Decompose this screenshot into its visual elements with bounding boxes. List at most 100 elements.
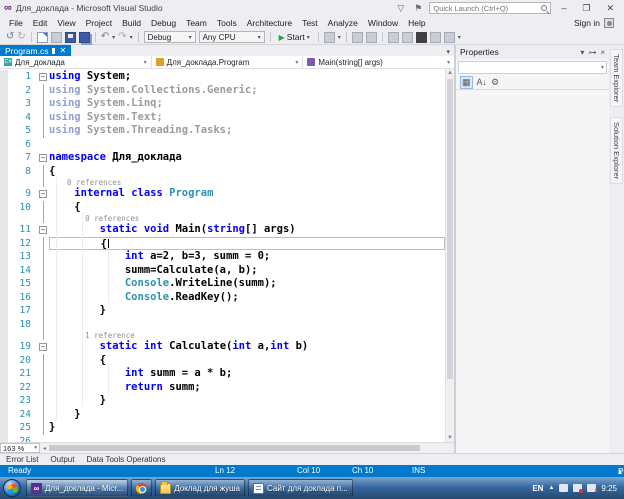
code-line[interactable]: 20 { (0, 354, 445, 368)
fold-margin[interactable] (38, 138, 49, 152)
fold-margin[interactable] (38, 421, 49, 435)
uncomment-icon[interactable] (366, 32, 377, 43)
tray-display-icon[interactable] (559, 484, 568, 492)
code-line[interactable]: 7−namespace Для_доклада (0, 151, 445, 165)
indent-increase-icon[interactable] (402, 32, 413, 43)
alphabetical-icon[interactable]: A↓ (477, 77, 488, 87)
menu-item-analyze[interactable]: Analyze (323, 17, 363, 29)
clock[interactable]: 9:25 (601, 484, 617, 493)
new-file-icon[interactable] (37, 32, 48, 43)
scroll-down-icon[interactable]: ▼ (446, 435, 454, 441)
taskbar-button-chrome[interactable] (131, 479, 152, 497)
code-line[interactable]: 26 (0, 435, 445, 443)
taskbar-button-doc[interactable]: Сайт для доклада п... (248, 479, 353, 497)
toolbar-overflow-icon[interactable]: ▾ (338, 34, 341, 41)
menu-item-help[interactable]: Help (403, 17, 430, 29)
pin-icon[interactable] (52, 48, 55, 54)
menu-item-architecture[interactable]: Architecture (242, 17, 297, 29)
code-line[interactable]: 25} (0, 421, 445, 435)
code-text[interactable]: { (49, 237, 445, 251)
breakpoint-margin[interactable] (0, 264, 8, 278)
breakpoint-margin[interactable] (0, 381, 8, 395)
side-tab-team-explorer[interactable]: Team Explorer (610, 49, 623, 107)
code-text[interactable]: } (49, 421, 445, 435)
quick-launch-box[interactable] (429, 2, 551, 14)
fold-margin[interactable] (38, 84, 49, 98)
breakpoint-margin[interactable] (0, 97, 8, 111)
code-text[interactable] (49, 138, 445, 152)
vertical-scroll-thumb[interactable] (447, 79, 453, 379)
indent-decrease-icon[interactable] (388, 32, 399, 43)
property-pages-icon[interactable]: ⚙ (491, 77, 499, 88)
bookmark-icon[interactable] (416, 32, 427, 43)
breakpoint-margin[interactable] (0, 331, 8, 340)
code-line[interactable]: 9− internal class Program (0, 187, 445, 201)
tray-update-icon[interactable] (573, 484, 582, 492)
fold-margin[interactable] (38, 201, 49, 215)
breakpoint-margin[interactable] (0, 165, 8, 179)
undo-dropdown-icon[interactable]: ▾ (112, 34, 115, 41)
code-line[interactable]: 2using System.Collections.Generic; (0, 84, 445, 98)
notifications-flag-icon[interactable]: ⚑ (411, 3, 425, 14)
breakpoint-margin[interactable] (0, 354, 8, 368)
bottom-tab-error-list[interactable]: Error List (6, 455, 38, 464)
code-text[interactable]: using System.Collections.Generic; (49, 84, 445, 98)
fold-margin[interactable] (38, 291, 49, 305)
code-text[interactable]: } (49, 304, 445, 318)
menu-item-test[interactable]: Test (297, 17, 323, 29)
code-text[interactable]: static int Calculate(int a,int b) (49, 340, 445, 354)
tab-program-cs[interactable]: Program.cs ✕ (0, 45, 71, 56)
code-text[interactable]: using System.Text; (49, 111, 445, 125)
code-line[interactable]: 6 (0, 138, 445, 152)
fold-margin[interactable] (38, 97, 49, 111)
breakpoint-margin[interactable] (0, 124, 8, 138)
code-line[interactable]: 5using System.Threading.Tasks; (0, 124, 445, 138)
fold-margin[interactable]: − (38, 187, 49, 201)
code-text[interactable] (49, 318, 445, 332)
collapse-box-icon[interactable]: − (39, 154, 47, 162)
code-text[interactable]: static void Main(string[] args) (49, 223, 445, 237)
code-line[interactable]: 16 Console.ReadKey(); (0, 291, 445, 305)
fold-margin[interactable]: − (38, 340, 49, 354)
fold-margin[interactable]: − (38, 223, 49, 237)
menu-item-team[interactable]: Team (181, 17, 212, 29)
menu-item-file[interactable]: File (4, 17, 28, 29)
member-dropdown[interactable]: Main(string[] args)▾ (303, 56, 454, 68)
redo-icon[interactable]: ↷ (118, 31, 126, 43)
breakpoint-margin[interactable] (0, 340, 8, 354)
fold-margin[interactable] (38, 394, 49, 408)
code-text[interactable]: using System; (49, 70, 445, 84)
collapse-box-icon[interactable]: − (39, 226, 47, 234)
fold-margin[interactable] (38, 237, 49, 251)
code-line[interactable]: 17 } (0, 304, 445, 318)
code-line[interactable]: 22 return summ; (0, 381, 445, 395)
menu-item-project[interactable]: Project (81, 17, 117, 29)
breakpoint-margin[interactable] (0, 408, 8, 422)
collapse-box-icon[interactable]: − (39, 190, 47, 198)
comment-icon[interactable] (352, 32, 363, 43)
fold-margin[interactable] (38, 264, 49, 278)
fold-margin[interactable]: − (38, 70, 49, 84)
fold-margin[interactable] (38, 277, 49, 291)
menu-item-debug[interactable]: Debug (146, 17, 181, 29)
breakpoint-margin[interactable] (0, 201, 8, 215)
fold-margin[interactable] (38, 435, 49, 443)
code-line[interactable]: 21 int summ = a * b; (0, 367, 445, 381)
code-text[interactable]: { (49, 165, 445, 179)
breakpoint-margin[interactable] (0, 277, 8, 291)
fold-margin[interactable] (38, 367, 49, 381)
breakpoint-margin[interactable] (0, 214, 8, 223)
code-line[interactable]: 4using System.Text; (0, 111, 445, 125)
auto-hide-pin-icon[interactable]: ⊶ (588, 48, 596, 57)
fold-margin[interactable] (38, 111, 49, 125)
code-line[interactable]: 13 int a=2, b=3, summ = 0; (0, 250, 445, 264)
breakpoint-margin[interactable] (0, 304, 8, 318)
bookmark-prev-icon[interactable] (444, 32, 455, 43)
breakpoint-margin[interactable] (0, 223, 8, 237)
breakpoint-margin[interactable] (0, 421, 8, 435)
code-line[interactable]: 8{ (0, 165, 445, 179)
sign-in-area[interactable]: Sign in (574, 18, 620, 28)
code-text[interactable]: { (49, 354, 445, 368)
code-line[interactable]: 10 { (0, 201, 445, 215)
menu-item-build[interactable]: Build (117, 17, 146, 29)
